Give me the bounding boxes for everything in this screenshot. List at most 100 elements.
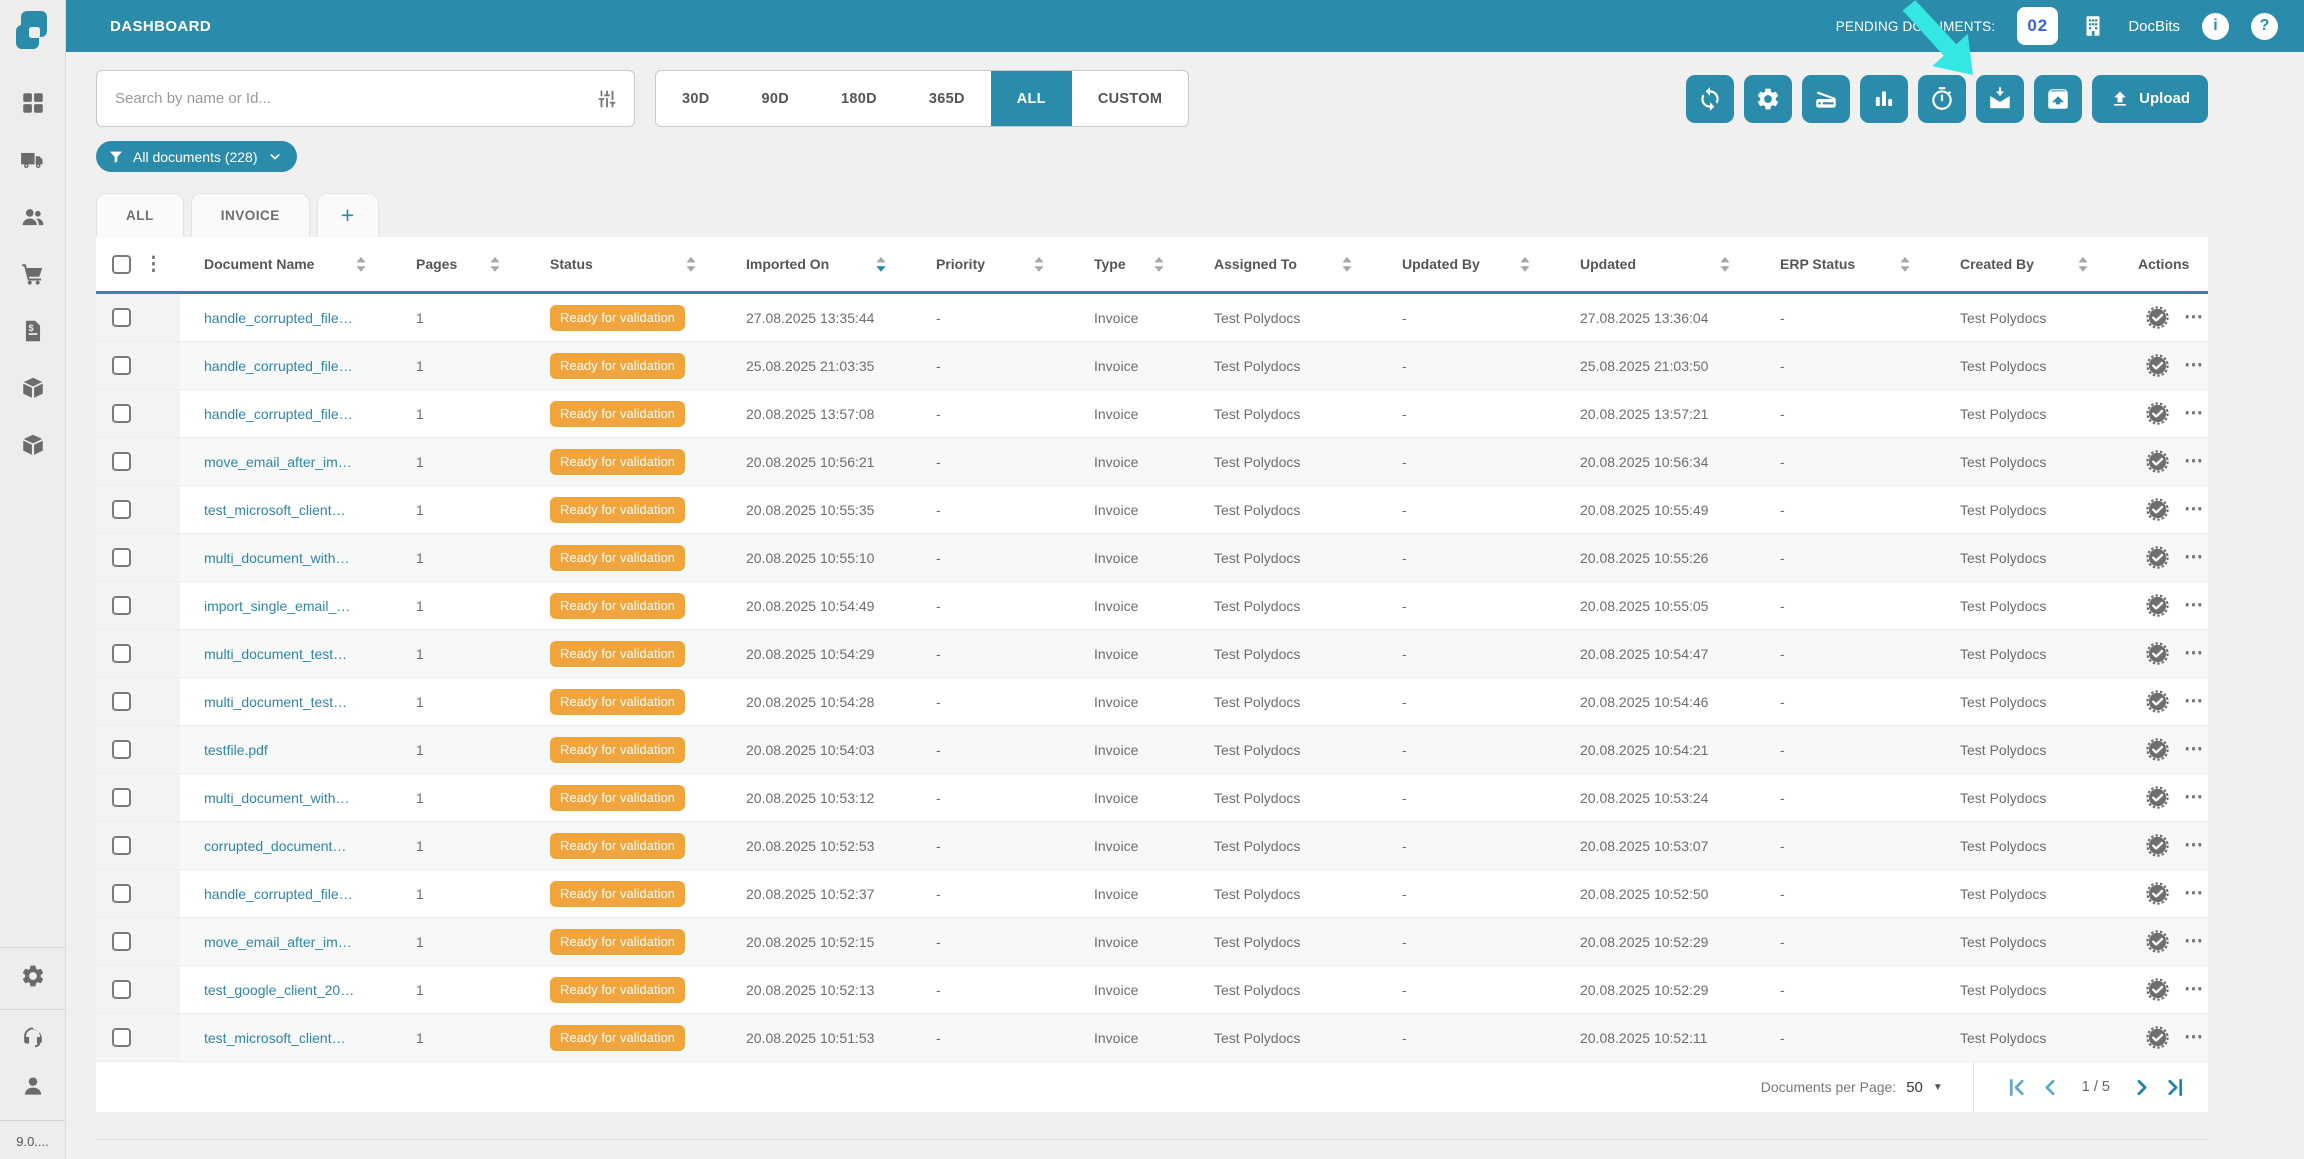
tab-invoice[interactable]: INVOICE xyxy=(190,193,310,237)
column-header-document-name[interactable]: Document Name xyxy=(180,256,392,273)
row-menu-icon[interactable]: ⋯ xyxy=(2184,356,2204,375)
refresh-button[interactable] xyxy=(1686,74,1735,123)
row-checkbox[interactable] xyxy=(112,500,131,519)
validate-seal-check-icon[interactable] xyxy=(2144,928,2171,955)
upload-button[interactable]: Upload xyxy=(2092,74,2208,123)
sort-icon[interactable] xyxy=(1342,256,1352,273)
invoice-document-icon[interactable]: $ xyxy=(20,318,46,344)
profile-person-icon[interactable] xyxy=(20,1073,46,1099)
per-page-select[interactable]: Documents per Page: 50 ▼ xyxy=(1761,1079,1943,1096)
validate-seal-check-icon[interactable] xyxy=(2144,304,2171,331)
row-menu-icon[interactable]: ⋯ xyxy=(2184,740,2204,759)
range-90d[interactable]: 90D xyxy=(736,71,816,126)
validate-seal-check-icon[interactable] xyxy=(2144,784,2171,811)
last-page-icon[interactable] xyxy=(2163,1075,2188,1100)
sort-icon[interactable] xyxy=(1900,256,1910,273)
package-alt-icon[interactable] xyxy=(20,432,46,458)
row-checkbox[interactable] xyxy=(112,404,131,423)
column-header-priority[interactable]: Priority xyxy=(912,256,1070,273)
timer-button[interactable] xyxy=(1918,74,1967,123)
document-link[interactable]: move_email_after_im… xyxy=(204,934,352,950)
row-checkbox[interactable] xyxy=(112,644,131,663)
document-link[interactable]: handle_corrupted_file… xyxy=(204,310,353,326)
shopping-cart-icon[interactable] xyxy=(20,261,46,287)
range-all[interactable]: ALL xyxy=(990,71,1072,126)
validate-seal-check-icon[interactable] xyxy=(2144,592,2171,619)
row-menu-icon[interactable]: ⋯ xyxy=(2184,884,2204,903)
column-header-imported-on[interactable]: Imported On xyxy=(722,256,912,273)
document-link[interactable]: multi_document_with… xyxy=(204,550,350,566)
add-tab-button[interactable]: + xyxy=(316,193,379,237)
row-checkbox[interactable] xyxy=(112,452,131,471)
range-180d[interactable]: 180D xyxy=(815,71,903,126)
search-input[interactable] xyxy=(115,90,596,107)
validate-seal-check-icon[interactable] xyxy=(2144,640,2171,667)
document-link[interactable]: corrupted_document… xyxy=(204,838,346,854)
document-link[interactable]: multi_document_with… xyxy=(204,790,350,806)
settings-gear-icon[interactable] xyxy=(20,963,46,989)
row-checkbox[interactable] xyxy=(112,1028,131,1047)
document-link[interactable]: handle_corrupted_file… xyxy=(204,886,353,902)
validate-seal-check-icon[interactable] xyxy=(2144,880,2171,907)
range-custom[interactable]: CUSTOM xyxy=(1072,71,1188,126)
sort-icon[interactable] xyxy=(356,256,366,273)
sort-icon[interactable] xyxy=(1720,256,1730,273)
next-page-icon[interactable] xyxy=(2129,1075,2154,1100)
validate-seal-check-icon[interactable] xyxy=(2144,688,2171,715)
dashboard-grid-icon[interactable] xyxy=(20,90,46,116)
row-checkbox[interactable] xyxy=(112,980,131,999)
document-link[interactable]: handle_corrupted_file… xyxy=(204,358,353,374)
all-documents-filter-chip[interactable]: All documents (228) xyxy=(96,141,297,172)
sort-icon[interactable] xyxy=(1034,256,1044,273)
validate-seal-check-icon[interactable] xyxy=(2144,400,2171,427)
row-menu-icon[interactable]: ⋯ xyxy=(2184,692,2204,711)
row-menu-icon[interactable]: ⋯ xyxy=(2184,836,2204,855)
scanner-button[interactable] xyxy=(1802,74,1851,123)
tab-all[interactable]: ALL xyxy=(96,193,184,237)
row-checkbox[interactable] xyxy=(112,548,131,567)
first-page-icon[interactable] xyxy=(2004,1075,2029,1100)
range-365d[interactable]: 365D xyxy=(903,71,991,126)
validate-seal-check-icon[interactable] xyxy=(2144,736,2171,763)
validate-seal-check-icon[interactable] xyxy=(2144,496,2171,523)
support-headset-icon[interactable] xyxy=(20,1024,46,1050)
row-checkbox[interactable] xyxy=(112,932,131,951)
sort-icon[interactable] xyxy=(2078,256,2088,273)
search-filter-tune-icon[interactable] xyxy=(596,88,618,110)
row-menu-icon[interactable]: ⋯ xyxy=(2184,308,2204,327)
info-icon[interactable]: i xyxy=(2202,12,2229,40)
row-checkbox[interactable] xyxy=(112,596,131,615)
row-menu-icon[interactable]: ⋯ xyxy=(2184,788,2204,807)
sort-icon[interactable] xyxy=(490,256,500,273)
unarchive-button[interactable] xyxy=(2034,74,2083,123)
package-icon[interactable] xyxy=(20,375,46,401)
previous-page-icon[interactable] xyxy=(2038,1075,2063,1100)
shipping-truck-icon[interactable] xyxy=(20,147,46,173)
validate-seal-check-icon[interactable] xyxy=(2144,544,2171,571)
sort-icon[interactable] xyxy=(686,256,696,273)
row-menu-icon[interactable]: ⋯ xyxy=(2184,644,2204,663)
help-icon[interactable]: ? xyxy=(2251,12,2278,40)
document-link[interactable]: move_email_after_im… xyxy=(204,454,352,470)
row-menu-icon[interactable]: ⋯ xyxy=(2184,452,2204,471)
range-30d[interactable]: 30D xyxy=(656,71,735,126)
document-link[interactable]: testfile.pdf xyxy=(204,742,268,758)
row-checkbox[interactable] xyxy=(112,692,131,711)
settings-button[interactable] xyxy=(1744,74,1793,123)
row-menu-icon[interactable]: ⋯ xyxy=(2184,980,2204,999)
document-link[interactable]: test_microsoft_client… xyxy=(204,502,346,518)
document-link[interactable]: multi_document_test… xyxy=(204,646,347,662)
validate-seal-check-icon[interactable] xyxy=(2144,976,2171,1003)
row-menu-icon[interactable]: ⋯ xyxy=(2184,1028,2204,1047)
validate-seal-check-icon[interactable] xyxy=(2144,352,2171,379)
email-import-button[interactable] xyxy=(1976,74,2025,123)
document-link[interactable]: test_google_client_20… xyxy=(204,982,354,998)
row-checkbox[interactable] xyxy=(112,788,131,807)
sort-icon[interactable] xyxy=(1154,256,1164,273)
column-header-status[interactable]: Status xyxy=(526,256,722,273)
column-header-pages[interactable]: Pages xyxy=(392,256,526,273)
document-link[interactable]: test_microsoft_client… xyxy=(204,1030,346,1046)
pending-documents-count[interactable]: 02 xyxy=(2017,7,2059,45)
row-checkbox[interactable] xyxy=(112,740,131,759)
column-header-created-by[interactable]: Created By xyxy=(1936,256,2114,273)
